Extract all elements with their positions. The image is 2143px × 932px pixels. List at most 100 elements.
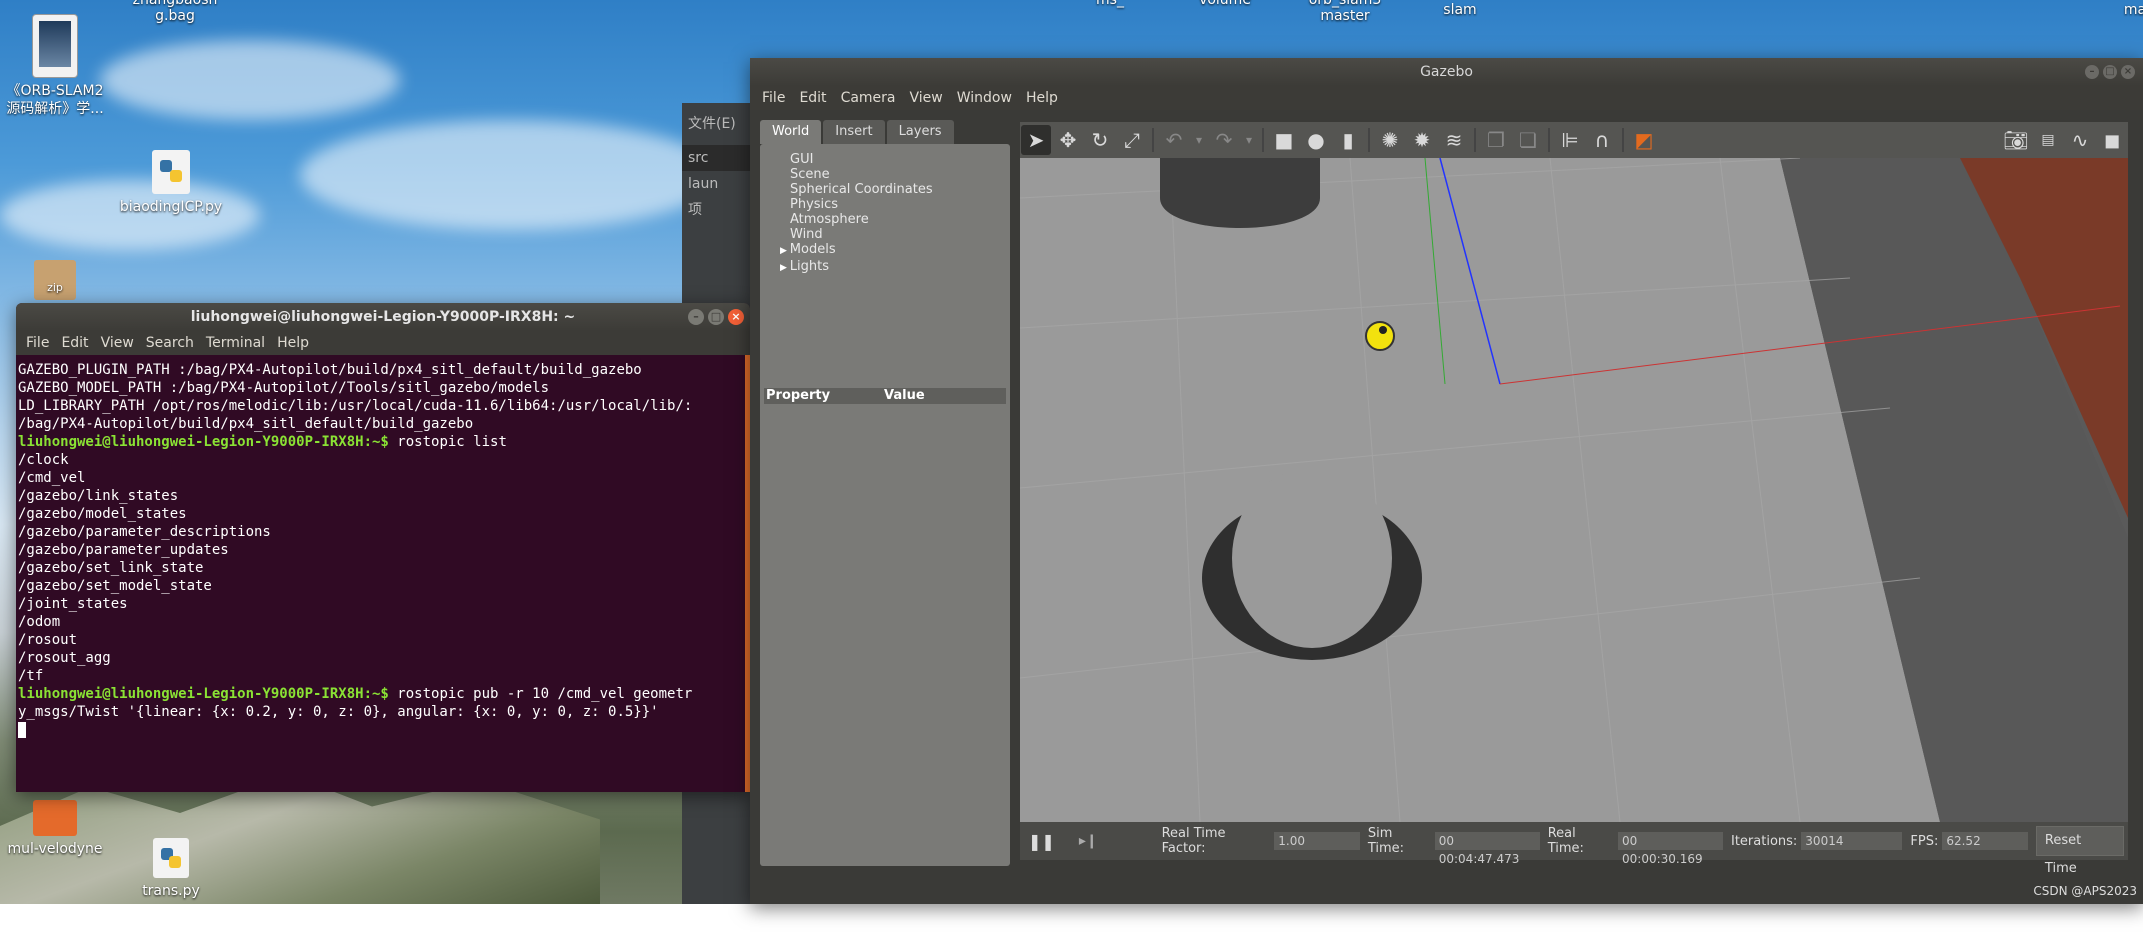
- menu-window[interactable]: Window: [951, 90, 1020, 106]
- align-icon[interactable]: ⊫: [1555, 125, 1585, 155]
- desk-label-ms[interactable]: ms_: [1080, 0, 1140, 8]
- tab-layers[interactable]: Layers: [886, 120, 954, 144]
- tree-item-spherical-coordinates[interactable]: Spherical Coordinates: [780, 182, 1010, 197]
- menu-edit[interactable]: Edit: [793, 90, 834, 106]
- menu-view[interactable]: View: [95, 335, 140, 351]
- redo-icon[interactable]: ↷: [1209, 125, 1239, 155]
- tree-item-wind[interactable]: Wind: [780, 227, 1010, 242]
- tree-item-physics[interactable]: Physics: [780, 197, 1010, 212]
- translate-icon[interactable]: ✥: [1053, 125, 1083, 155]
- terminal-line: /bag/PX4-Autopilot/build/px4_sitl_defaul…: [18, 415, 742, 433]
- tab-insert[interactable]: Insert: [823, 120, 885, 144]
- desk-label-bag[interactable]: zhangbaosh g.bag: [120, 0, 230, 24]
- rtf-label: Real Time Factor:: [1161, 826, 1226, 856]
- terminal-text: /cmd_vel: [18, 470, 86, 486]
- snap-icon[interactable]: ∩: [1587, 125, 1617, 155]
- tab-world[interactable]: World: [760, 120, 822, 144]
- cloud: [100, 40, 400, 120]
- sphere-shape-icon[interactable]: ●: [1301, 125, 1331, 155]
- terminal-line: liuhongwei@liuhongwei-Legion-Y9000P-IRX8…: [18, 433, 742, 451]
- terminal-text: LD_LIBRARY_PATH /opt/ros/melodic/lib:/us…: [18, 398, 693, 414]
- terminal-output[interactable]: GAZEBO_PLUGIN_PATH :/bag/PX4-Autopilot/b…: [16, 355, 744, 792]
- terminal-line: /gazebo/parameter_updates: [18, 541, 742, 559]
- tree-item-gui[interactable]: GUI: [780, 152, 1010, 167]
- gazebo-toolbar: ➤ ✥ ↻ ⤢ ↶ ▾ ↷ ▾ ■ ● ▮ ✺ ✹ ≋ ❐ ❏ ⊫ ∩ ◩ 📷︎…: [1020, 122, 2128, 158]
- scale-icon[interactable]: ⤢: [1117, 125, 1147, 155]
- menu-search[interactable]: Search: [140, 335, 200, 351]
- video-icon[interactable]: ◼: [2097, 125, 2127, 155]
- redo-dropdown-icon[interactable]: ▾: [1241, 125, 1257, 155]
- plot-icon[interactable]: ∿: [2065, 125, 2095, 155]
- desk-label-slam[interactable]: slam: [1425, 2, 1495, 18]
- terminal-line: [18, 721, 742, 739]
- ide-breadcrumb-launch[interactable]: laun: [682, 171, 754, 197]
- tree-item-scene[interactable]: Scene: [780, 167, 1010, 182]
- minimize-button[interactable]: –: [2085, 65, 2099, 79]
- menu-file[interactable]: File: [20, 335, 55, 351]
- rtf-value: 1.00: [1274, 832, 1360, 850]
- desktop-icon-orb-book[interactable]: 《ORB-SLAM2源码解析》学...: [0, 14, 110, 118]
- terminal-titlebar[interactable]: liuhongwei@liuhongwei-Legion-Y9000P-IRX8…: [16, 303, 750, 331]
- terminal-text: rostopic list: [388, 434, 507, 450]
- desktop-icon-biaodingicp[interactable]: biaodingICP.py: [116, 150, 226, 216]
- cylinder-shape-icon[interactable]: ▮: [1333, 125, 1363, 155]
- terminal-text: GAZEBO_PLUGIN_PATH :/bag/PX4-Autopilot/b…: [18, 362, 642, 378]
- terminal-line: GAZEBO_PLUGIN_PATH :/bag/PX4-Autopilot/b…: [18, 361, 742, 379]
- fps-label: FPS:: [1910, 833, 1939, 849]
- undo-icon[interactable]: ↶: [1159, 125, 1189, 155]
- copy-icon[interactable]: ❐: [1481, 125, 1511, 155]
- menu-file[interactable]: File: [756, 90, 793, 106]
- close-button[interactable]: ×: [2121, 65, 2135, 79]
- ide-project-tab[interactable]: 项: [682, 197, 754, 223]
- toolbar-separator: [1262, 128, 1264, 152]
- tree-item-models[interactable]: Models: [780, 242, 1010, 259]
- minimize-button[interactable]: –: [688, 309, 704, 325]
- ide-menu-file[interactable]: 文件(E): [682, 103, 754, 145]
- tree-item-lights[interactable]: Lights: [780, 259, 1010, 276]
- screenshot-icon[interactable]: 📷︎: [2001, 125, 2031, 155]
- desktop-icon-zip[interactable]: zip: [0, 260, 110, 304]
- pause-icon[interactable]: ❚❚: [1028, 832, 1055, 851]
- terminal-line: /gazebo/model_states: [18, 505, 742, 523]
- scene-render: [1020, 158, 2128, 822]
- terminal-line: LD_LIBRARY_PATH /opt/ros/melodic/lib:/us…: [18, 397, 742, 415]
- gazebo-titlebar[interactable]: Gazebo – □ ×: [750, 58, 2143, 86]
- desktop-icon-mul-velodyne[interactable]: mul-velodyne: [0, 800, 110, 858]
- menu-help[interactable]: Help: [1020, 90, 1066, 106]
- gazebo-3d-viewport[interactable]: [1020, 158, 2128, 822]
- menu-edit[interactable]: Edit: [55, 335, 94, 351]
- tree-item-atmosphere[interactable]: Atmosphere: [780, 212, 1010, 227]
- undo-dropdown-icon[interactable]: ▾: [1191, 125, 1207, 155]
- maximize-button[interactable]: □: [2103, 65, 2117, 79]
- spot-light-icon[interactable]: ✹: [1407, 125, 1437, 155]
- desktop-icon-trans[interactable]: trans.py: [116, 838, 226, 900]
- menu-camera[interactable]: Camera: [835, 90, 904, 106]
- box-shape-icon[interactable]: ■: [1269, 125, 1299, 155]
- menu-help[interactable]: Help: [271, 335, 315, 351]
- terminal-line: y_msgs/Twist '{linear: {x: 0.2, y: 0, z:…: [18, 703, 742, 721]
- reset-time-button[interactable]: Reset Time: [2035, 826, 2124, 876]
- close-button[interactable]: ×: [728, 309, 744, 325]
- desk-label-ma[interactable]: ma: [2120, 2, 2143, 18]
- terminal-line: /gazebo/parameter_descriptions: [18, 523, 742, 541]
- terminal-window: liuhongwei@liuhongwei-Legion-Y9000P-IRX8…: [16, 303, 750, 792]
- log-icon[interactable]: ▤: [2033, 125, 2063, 155]
- real-time-label: Real Time:: [1547, 826, 1584, 856]
- menu-view[interactable]: View: [904, 90, 951, 106]
- view-angle-icon[interactable]: ◩: [1629, 125, 1659, 155]
- terminal-text: /bag/PX4-Autopilot/build/px4_sitl_defaul…: [18, 416, 474, 432]
- select-arrow-icon[interactable]: ➤: [1021, 125, 1051, 155]
- step-icon[interactable]: ▸❙: [1079, 833, 1098, 849]
- desk-label-volume[interactable]: volume: [1180, 0, 1270, 8]
- toolbar-separator: [1368, 128, 1370, 152]
- point-light-icon[interactable]: ✺: [1375, 125, 1405, 155]
- terminal-line: /odom: [18, 613, 742, 631]
- maximize-button[interactable]: □: [708, 309, 724, 325]
- rotate-icon[interactable]: ↻: [1085, 125, 1115, 155]
- ide-breadcrumb-src[interactable]: src: [682, 145, 754, 171]
- desk-label-orbslam3[interactable]: orb_slam3 master: [1295, 0, 1395, 24]
- paste-icon[interactable]: ❏: [1513, 125, 1543, 155]
- menu-terminal[interactable]: Terminal: [200, 335, 271, 351]
- toolbar-separator: [1152, 128, 1154, 152]
- directional-light-icon[interactable]: ≋: [1439, 125, 1469, 155]
